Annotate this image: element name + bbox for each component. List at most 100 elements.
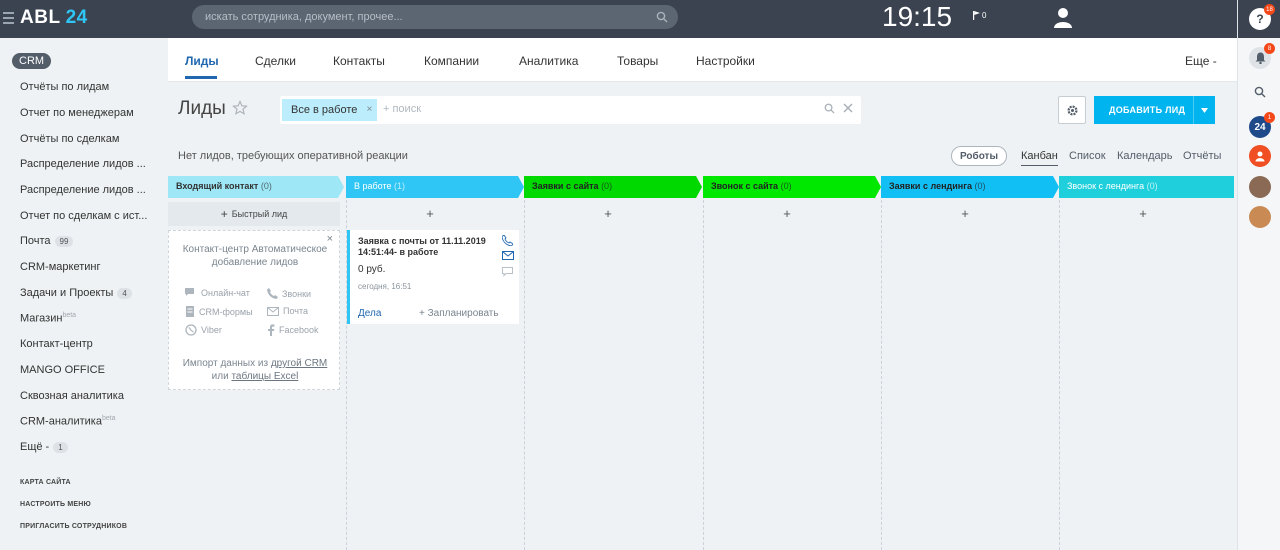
menu-item-manager-report[interactable]: Отчет по менеджерам bbox=[20, 107, 134, 119]
tab-companies[interactable]: Компании bbox=[424, 54, 479, 68]
user-photo-avatar-2[interactable] bbox=[1249, 206, 1271, 228]
import-other-crm-link[interactable]: другой CRM bbox=[271, 358, 327, 369]
view-kanban[interactable]: Канбан bbox=[1021, 150, 1058, 166]
tab-settings[interactable]: Настройки bbox=[696, 54, 755, 68]
menu-burger-icon[interactable] bbox=[3, 12, 14, 24]
tab-contacts[interactable]: Контакты bbox=[333, 54, 385, 68]
filter-search-input[interactable]: + поиск bbox=[383, 103, 421, 115]
stage-label: Заявки с лендинга (0) bbox=[889, 181, 986, 191]
workday-flag[interactable]: 0 bbox=[973, 11, 986, 20]
user-photo-avatar-1[interactable] bbox=[1249, 176, 1271, 198]
tab-more[interactable]: Еще - bbox=[1185, 54, 1217, 68]
robots-button[interactable]: Роботы bbox=[951, 146, 1007, 166]
kanban-column-site-requests: Заявки с сайта (0) + bbox=[524, 176, 702, 550]
cc-facebook[interactable]: Facebook bbox=[267, 324, 319, 336]
column-divider bbox=[881, 200, 882, 550]
b24-icon: 24 bbox=[1254, 121, 1266, 133]
tab-products[interactable]: Товары bbox=[617, 54, 658, 68]
lead-deals-link[interactable]: Дела bbox=[358, 308, 381, 319]
menu-item-crm-marketing[interactable]: CRM-маркетинг bbox=[20, 261, 100, 273]
view-list[interactable]: Список bbox=[1069, 150, 1106, 162]
more-count-badge: 1 bbox=[53, 442, 68, 453]
b24-badge: 1 bbox=[1264, 112, 1275, 123]
chat-icon[interactable] bbox=[502, 267, 514, 283]
menu-item-crm-analytics[interactable]: CRM-аналитикаbeta bbox=[20, 415, 116, 428]
mail-icon bbox=[267, 306, 279, 316]
close-icon[interactable]: × bbox=[367, 99, 373, 121]
menu-item-tasks[interactable]: Задачи и Проекты 4 bbox=[20, 287, 132, 299]
menu-item-lead-reports[interactable]: Отчёты по лидам bbox=[20, 81, 109, 93]
menu-item-end-to-end-analytics[interactable]: Сквозная аналитика bbox=[20, 390, 124, 402]
logo[interactable]: ABL 24 bbox=[20, 7, 88, 29]
lead-plan-link[interactable]: + Запланировать bbox=[419, 308, 499, 319]
menu-item-contact-center[interactable]: Контакт-центр bbox=[20, 338, 93, 350]
user-avatar-icon[interactable] bbox=[1052, 6, 1074, 28]
menu-item-more[interactable]: Ещё -1 bbox=[20, 441, 68, 453]
import-data-text: Импорт данных из другой CRM или таблицы … bbox=[182, 358, 328, 382]
beta-label: beta bbox=[101, 415, 116, 422]
menu-item-shop[interactable]: Магазинbeta bbox=[20, 312, 76, 325]
clear-icon[interactable] bbox=[843, 103, 853, 113]
filter-chip[interactable]: Все в работе × bbox=[282, 99, 378, 121]
menu-item-lead-distribution-1[interactable]: Распределение лидов ... bbox=[20, 158, 146, 170]
form-icon bbox=[186, 306, 194, 317]
add-lead-plus[interactable]: + bbox=[1059, 206, 1227, 221]
phone-icon[interactable] bbox=[501, 234, 514, 251]
menu-item-deal-source-report[interactable]: Отчет по сделкам с ист... bbox=[20, 210, 147, 222]
page-title: Лиды bbox=[178, 98, 226, 119]
mail-count-badge: 99 bbox=[54, 236, 74, 247]
view-reports[interactable]: Отчёты bbox=[1183, 150, 1221, 162]
import-excel-link[interactable]: таблицы Excel bbox=[231, 371, 298, 382]
stage-label: Звонок с сайта (0) bbox=[711, 181, 792, 191]
menu-item-crm[interactable]: CRM bbox=[12, 53, 52, 69]
flag-count: 0 bbox=[982, 11, 987, 20]
tab-leads[interactable]: Лиды bbox=[185, 54, 219, 68]
star-icon[interactable] bbox=[232, 100, 248, 116]
help-area: ? 18 bbox=[1238, 0, 1280, 38]
notifications-badge: 8 bbox=[1264, 43, 1275, 54]
settings-button[interactable] bbox=[1058, 96, 1086, 124]
b24-chat-button[interactable]: 24 1 bbox=[1249, 112, 1275, 138]
search-icon[interactable] bbox=[656, 11, 668, 23]
view-calendar[interactable]: Календарь bbox=[1117, 150, 1173, 162]
cc-calls[interactable]: Звонки bbox=[267, 288, 311, 299]
column-divider bbox=[703, 200, 704, 550]
add-lead-plus[interactable]: + bbox=[881, 206, 1049, 221]
add-lead-plus[interactable]: + bbox=[346, 206, 514, 221]
lead-actions bbox=[501, 234, 514, 283]
add-lead-dropdown[interactable] bbox=[1193, 96, 1215, 124]
menu-item-mango-office[interactable]: MANGO OFFICE bbox=[20, 364, 105, 376]
sitemap-link[interactable]: КАРТА САЙТА bbox=[20, 479, 71, 486]
search-icon[interactable] bbox=[824, 103, 835, 114]
notifications-button[interactable]: 8 bbox=[1249, 43, 1275, 69]
add-lead-plus[interactable]: + bbox=[703, 206, 871, 221]
menu-item-deal-reports[interactable]: Отчёты по сделкам bbox=[20, 133, 119, 145]
contact-avatar-button[interactable] bbox=[1249, 145, 1271, 167]
help-button[interactable]: ? 18 bbox=[1249, 4, 1275, 30]
add-lead-button[interactable]: ДОБАВИТЬ ЛИД bbox=[1094, 96, 1215, 124]
column-divider bbox=[1059, 200, 1060, 550]
search-input[interactable] bbox=[192, 5, 678, 29]
menu-item-mail[interactable]: Почта 99 bbox=[20, 235, 74, 247]
lead-title[interactable]: Заявка с почты от 11.11.2019 14:51:44- в… bbox=[358, 236, 498, 258]
quick-lead-button[interactable]: + Быстрый лид bbox=[168, 202, 340, 226]
cc-crm-forms[interactable]: CRM-формы bbox=[185, 306, 253, 317]
bell-icon bbox=[1255, 52, 1265, 64]
add-lead-plus[interactable]: + bbox=[524, 206, 692, 221]
clock[interactable]: 19:15 bbox=[882, 1, 952, 33]
phone-icon bbox=[267, 288, 278, 299]
filter-search-box[interactable]: Все в работе × + поиск bbox=[280, 96, 861, 124]
cc-viber[interactable]: Viber bbox=[185, 324, 222, 336]
cc-mail[interactable]: Почта bbox=[267, 306, 308, 316]
global-search bbox=[192, 5, 678, 29]
tab-deals[interactable]: Сделки bbox=[255, 54, 296, 68]
lead-sum: 0 руб. bbox=[358, 264, 386, 275]
search-panel-button[interactable] bbox=[1249, 81, 1271, 103]
tab-analytics[interactable]: Аналитика bbox=[519, 54, 578, 68]
mail-icon[interactable] bbox=[502, 251, 514, 267]
menu-item-lead-distribution-2[interactable]: Распределение лидов ... bbox=[20, 184, 146, 196]
configure-menu-link[interactable]: НАСТРОИТЬ МЕНЮ bbox=[20, 501, 91, 508]
cc-online-chat[interactable]: Онлайн-чат bbox=[185, 288, 250, 298]
lead-card[interactable]: Заявка с почты от 11.11.2019 14:51:44- в… bbox=[347, 230, 519, 324]
invite-employees-link[interactable]: ПРИГЛАСИТЬ СОТРУДНИКОВ bbox=[20, 523, 127, 530]
